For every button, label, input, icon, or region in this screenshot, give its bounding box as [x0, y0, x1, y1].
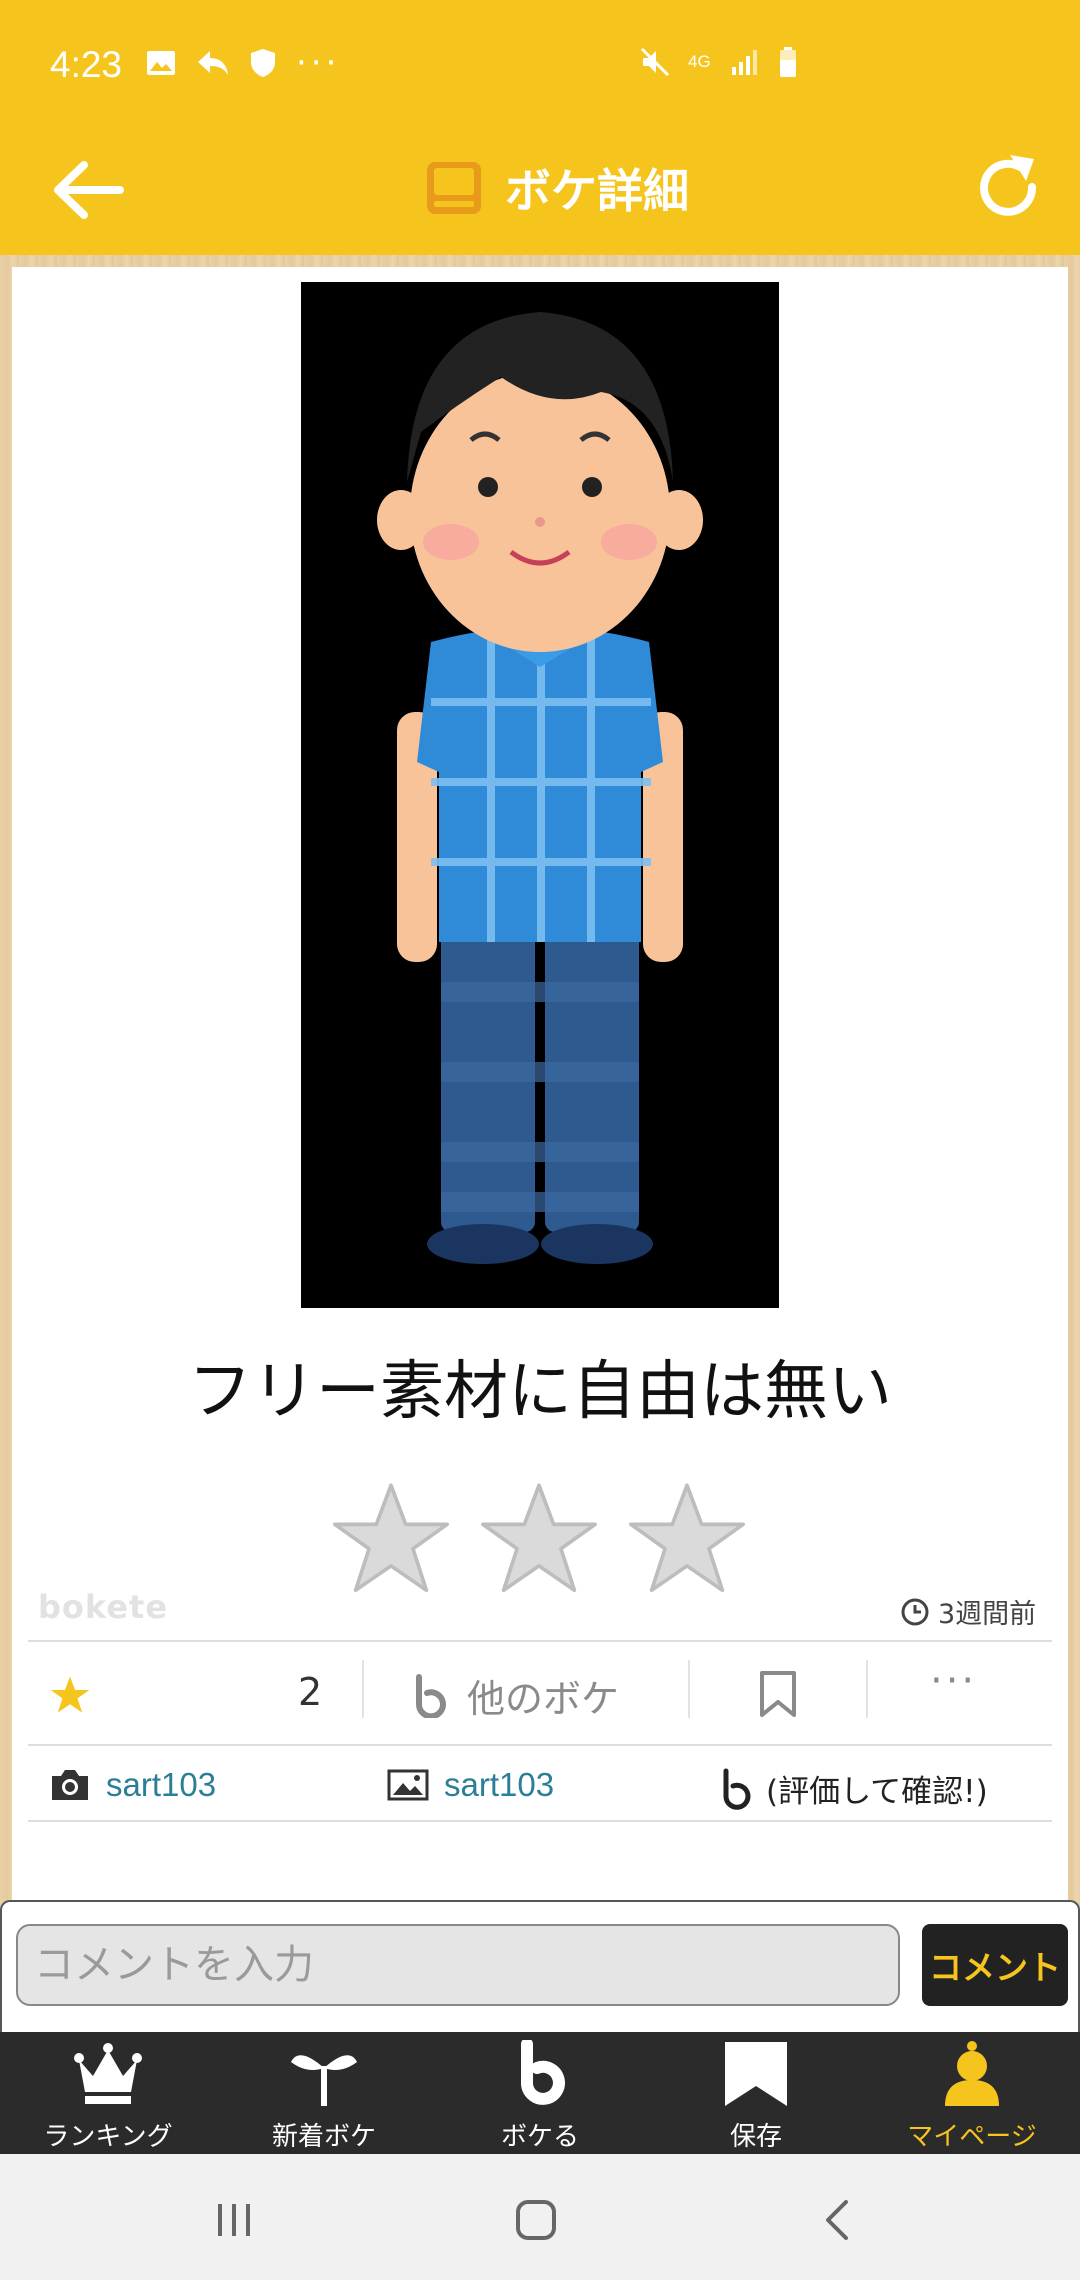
- header-title-group: ボケ詳細: [425, 153, 689, 223]
- divider: [28, 1820, 1052, 1822]
- time-ago-text: 3週間前: [938, 1599, 1037, 1630]
- bottom-nav: ランキング 新着ボケ ボケる 保存 マイページ: [0, 2032, 1080, 2154]
- signal-icon: [732, 50, 757, 75]
- notification-icons: ···: [146, 43, 341, 83]
- favorite-star-icon[interactable]: [48, 1674, 92, 1716]
- arrow-left-icon[interactable]: [50, 145, 130, 235]
- refresh-icon[interactable]: [970, 145, 1050, 235]
- nav-item-mypage[interactable]: マイページ: [864, 2032, 1080, 2154]
- comment-submit-button[interactable]: コメント: [922, 1924, 1068, 2006]
- rate-star-icon[interactable]: [626, 1478, 748, 1600]
- divider: [28, 1744, 1052, 1746]
- nav-label: マイページ: [907, 2122, 1037, 2152]
- comment-input[interactable]: [16, 1924, 900, 2006]
- nav-item-boke[interactable]: ボケる: [432, 2032, 648, 2154]
- bookmark-icon: [725, 2042, 787, 2106]
- system-status-icons: 4G: [640, 46, 798, 78]
- nav-label: 新着ボケ: [271, 2122, 376, 2152]
- sprout-icon: [291, 2055, 357, 2106]
- other-bokes-label: 他のボケ: [467, 1677, 620, 1721]
- network-4g-icon: 4G: [688, 52, 711, 71]
- bookmark-icon[interactable]: [758, 1670, 798, 1718]
- nav-item-saved[interactable]: 保存: [648, 2032, 864, 2154]
- more-dots-icon: ···: [296, 43, 341, 83]
- status-time: 4:23: [50, 44, 123, 85]
- image-icon: [147, 51, 175, 75]
- nav-item-new-bokes[interactable]: 新着ボケ: [216, 2032, 432, 2154]
- rate-star-icon[interactable]: [478, 1478, 600, 1600]
- nav-label: ランキング: [43, 2122, 173, 2152]
- nav-item-ranking[interactable]: ランキング: [0, 2032, 216, 2154]
- divider: [28, 1640, 1052, 1642]
- action-row: 2 他のボケ ···: [28, 1644, 1052, 1744]
- divider: [688, 1660, 690, 1718]
- home-icon[interactable]: [506, 2190, 566, 2250]
- recent-apps-icon[interactable]: [204, 2190, 264, 2250]
- bokete-b-icon: [415, 1673, 446, 1718]
- tv-icon: [427, 162, 481, 214]
- shield-icon: [251, 49, 275, 77]
- status-bar: 4:23 ··· 4G: [0, 0, 1080, 135]
- bokete-b-icon: [723, 1768, 751, 1810]
- image-credit[interactable]: sart103: [386, 1766, 554, 1804]
- crown-icon: [74, 2043, 142, 2104]
- boke-photo[interactable]: [301, 282, 779, 1308]
- app-header: ボケ詳細: [0, 135, 1080, 255]
- other-bokes-button[interactable]: 他のボケ: [413, 1668, 619, 1723]
- picture-icon: [387, 1769, 429, 1801]
- person-illustration: [377, 312, 703, 1264]
- comment-bar: コメント: [0, 1900, 1080, 2032]
- image-author[interactable]: sart103: [444, 1766, 554, 1804]
- user-icon: [945, 2041, 999, 2106]
- rate-star-icon[interactable]: [330, 1478, 452, 1600]
- back-nav-icon[interactable]: [808, 2190, 868, 2250]
- boke-caption: フリー素材に自由は無い: [188, 1355, 892, 1429]
- nav-label: 保存: [729, 2122, 782, 2152]
- page-title: ボケ詳細: [505, 164, 689, 218]
- divider: [362, 1660, 364, 1718]
- photo-credit[interactable]: sart103: [48, 1766, 216, 1804]
- bokete-watermark: bokete: [38, 1588, 169, 1626]
- clock-icon: [901, 1598, 929, 1625]
- more-options-button[interactable]: ···: [930, 1658, 977, 1704]
- mute-icon: [640, 47, 670, 77]
- camera-icon: [52, 1770, 88, 1800]
- boke-author-credit[interactable]: (評価して確認!): [720, 1766, 988, 1811]
- post-time: 3週間前: [900, 1592, 1036, 1631]
- battery-icon: [780, 47, 796, 77]
- bokete-b-icon: [521, 2040, 565, 2105]
- boke-author[interactable]: (評価して確認!): [766, 1766, 988, 1811]
- reply-icon: [198, 51, 228, 75]
- rating-stars[interactable]: [330, 1478, 748, 1600]
- system-nav-bar: [0, 2154, 1080, 2280]
- credits-row: sart103 sart103 (評価して確認!): [28, 1748, 1052, 1828]
- divider: [866, 1660, 868, 1718]
- photo-author[interactable]: sart103: [106, 1766, 216, 1804]
- nav-label: ボケる: [500, 2122, 579, 2152]
- favorite-count: 2: [298, 1670, 323, 1714]
